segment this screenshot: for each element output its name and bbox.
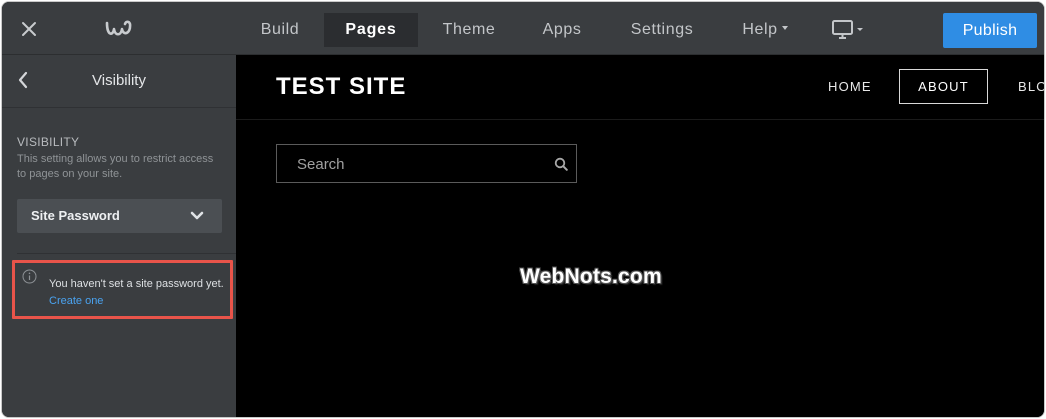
watermark-text: WebNots.com: [520, 265, 662, 288]
app-window: Build Pages Theme Apps Settings Help Pub…: [1, 1, 1045, 418]
site-header-divider: [236, 119, 1044, 120]
site-search-input[interactable]: Search: [276, 144, 577, 183]
notice-message: You haven't set a site password yet.: [49, 278, 224, 290]
visibility-select-value: Site Password: [31, 208, 120, 223]
chevron-down-icon: [781, 25, 788, 30]
search-placeholder: Search: [297, 156, 345, 173]
sidebar-title: Visibility: [92, 72, 146, 89]
site-preview: TEST SITE HOME ABOUT BLO Search WebNots.…: [236, 55, 1044, 417]
create-password-link[interactable]: Create one: [49, 295, 103, 307]
visibility-description: This setting allows you to restrict acce…: [17, 153, 214, 180]
sidebar-header: Visibility: [2, 55, 236, 108]
visibility-section-label: VISIBILITY: [17, 135, 80, 149]
close-icon[interactable]: [19, 19, 39, 39]
publish-button[interactable]: Publish: [943, 13, 1037, 48]
nav-apps[interactable]: Apps: [529, 13, 595, 47]
chevron-down-icon: [190, 211, 204, 220]
site-title[interactable]: TEST SITE: [276, 73, 406, 101]
nav-theme[interactable]: Theme: [430, 13, 508, 47]
password-notice: You haven't set a site password yet. Cre…: [12, 260, 233, 319]
notice-text: You haven't set a site password yet. Cre…: [49, 276, 231, 310]
nav-build[interactable]: Build: [247, 13, 313, 47]
visibility-select[interactable]: Site Password: [17, 199, 222, 233]
sidebar-divider: [17, 253, 236, 254]
nav-help[interactable]: Help: [733, 13, 797, 47]
nav-pages[interactable]: Pages: [324, 13, 418, 47]
top-toolbar: Build Pages Theme Apps Settings Help Pub…: [2, 2, 1044, 55]
site-nav-home[interactable]: HOME: [828, 79, 872, 94]
nav-help-label: Help: [742, 21, 778, 38]
sidebar-panel: Visibility VISIBILITY This setting allow…: [2, 55, 236, 417]
desktop-monitor-icon[interactable]: [831, 19, 867, 41]
search-icon[interactable]: [554, 157, 568, 171]
site-nav-about[interactable]: ABOUT: [899, 69, 988, 104]
weebly-logo-icon[interactable]: [104, 18, 134, 40]
nav-settings[interactable]: Settings: [619, 13, 705, 47]
site-nav-blog[interactable]: BLO: [1018, 79, 1044, 94]
info-icon: [22, 269, 37, 284]
